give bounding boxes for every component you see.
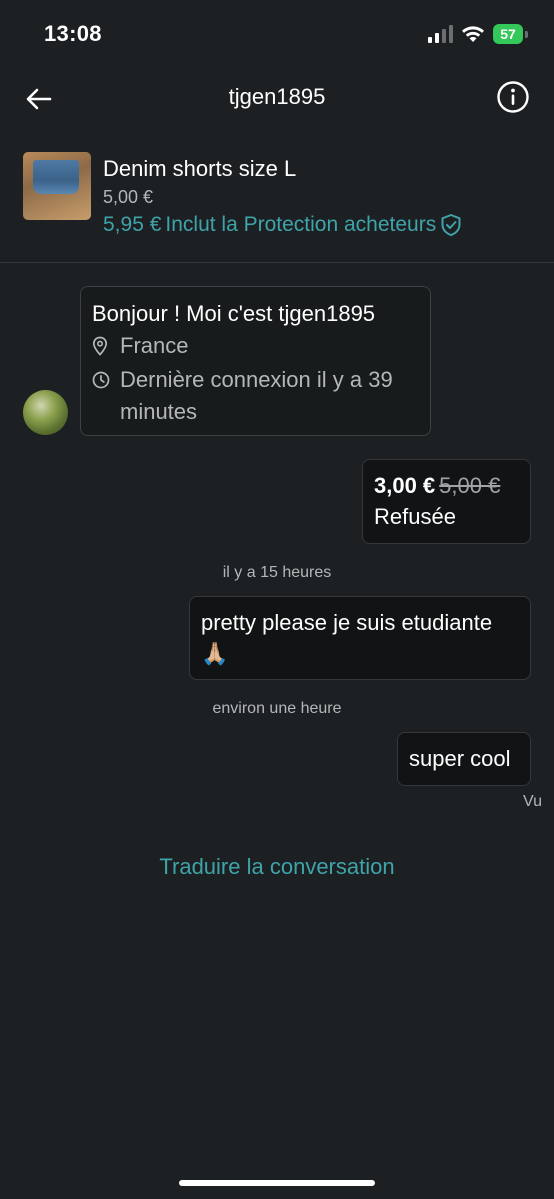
location-pin-icon	[92, 330, 110, 362]
total-price: 5,95 €	[103, 213, 162, 236]
status-time: 13:08	[44, 21, 102, 46]
status-icons: 57	[427, 24, 528, 44]
offer-message[interactable]: 3,00 €5,00 € Refusée	[362, 459, 531, 544]
message-bubble[interactable]: super cool	[397, 732, 531, 786]
message-bubble[interactable]: pretty please je suis etudiante 🙏🏼	[189, 596, 531, 680]
item-summary[interactable]: Denim shorts size L 5,00 € 5,95 € Inclut…	[0, 136, 554, 263]
denim-shorts-image	[33, 160, 79, 194]
item-thumbnail[interactable]	[23, 152, 91, 220]
battery-tip	[525, 30, 528, 38]
message-text: pretty please je suis etudiante	[201, 610, 493, 635]
chat-screen: 13:08 57 tjgen1895 Denim shorts size L 5…	[0, 0, 554, 1199]
seller-avatar[interactable]	[23, 390, 68, 435]
clock-icon	[92, 364, 110, 396]
intro-title: Bonjour ! Moi c'est tjgen1895	[92, 301, 376, 326]
shield-check-icon[interactable]	[440, 213, 462, 237]
wifi-icon	[462, 26, 484, 42]
protection-label: Inclut la Protection acheteurs	[165, 213, 437, 236]
last-seen-row: Dernière connexion il y a 39 minutes	[92, 364, 417, 428]
battery-indicator: 57	[493, 24, 528, 44]
buyer-protection-price: 5,95 € Inclut la Protection acheteurs	[103, 213, 462, 237]
seller-intro-card: Bonjour ! Moi c'est tjgen1895 France Der…	[80, 286, 431, 436]
offer-price: 3,00 €	[374, 473, 436, 498]
signal-icon	[428, 25, 453, 43]
chat-header: tjgen1895	[0, 62, 554, 132]
translate-conversation-link[interactable]: Traduire la conversation	[0, 854, 554, 880]
offer-original-price: 5,00 €	[439, 473, 501, 498]
home-indicator[interactable]	[179, 1180, 375, 1186]
offer-status: Refusée	[374, 504, 456, 529]
praying-hands-emoji: 🙏🏼	[201, 641, 229, 666]
seller-last-seen: Dernière connexion il y a 39 minutes	[120, 367, 393, 424]
battery-level: 57	[493, 24, 523, 44]
item-price: 5,00 €	[103, 187, 154, 207]
conversation-username[interactable]: tjgen1895	[0, 84, 554, 110]
message-text: super cool	[409, 746, 511, 771]
offer-prices: 3,00 €5,00 €	[374, 470, 519, 501]
message-timestamp: environ une heure	[212, 700, 342, 717]
item-title: Denim shorts size L	[103, 156, 297, 181]
info-icon[interactable]	[496, 80, 530, 114]
read-receipt: Vu	[523, 793, 542, 810]
location-row: France	[92, 330, 188, 362]
seller-location: France	[120, 333, 189, 358]
message-timestamp: il y a 15 heures	[222, 564, 332, 581]
